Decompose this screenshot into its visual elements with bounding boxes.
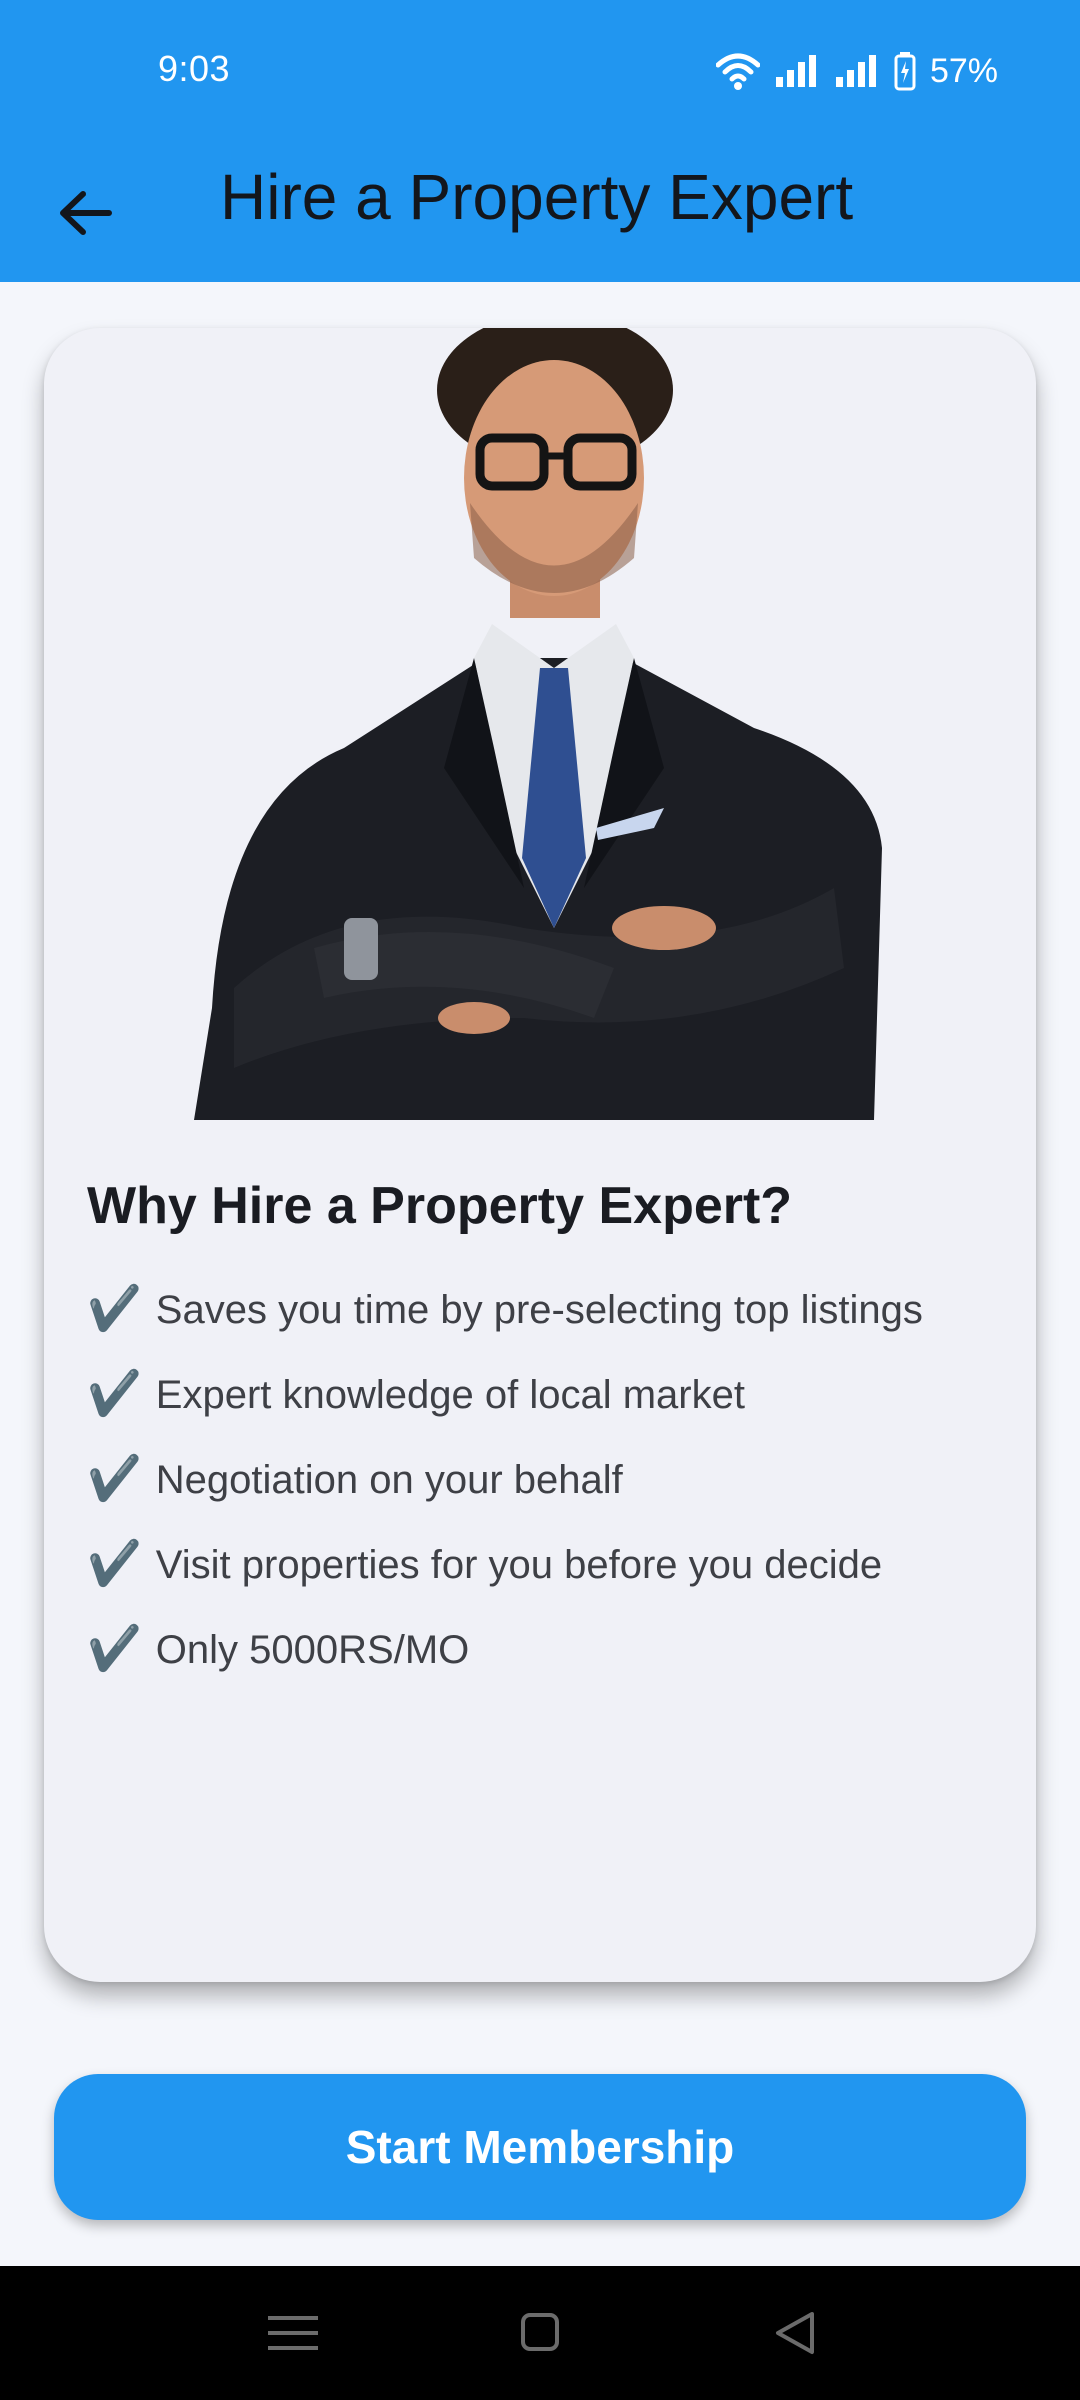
back-triangle-icon[interactable] (760, 2302, 830, 2364)
arrow-left-icon (60, 191, 112, 235)
back-button[interactable] (40, 168, 130, 258)
menu-icon[interactable] (258, 2302, 328, 2364)
status-bar: 9:03 57% (0, 0, 1080, 130)
status-icons: 57% (715, 48, 998, 94)
top-app-area: 9:03 57% Hire a Property Expert (0, 0, 1080, 282)
status-time: 9:03 (158, 48, 231, 89)
benefit-text: Only 5000RS/MO (155, 1628, 470, 1672)
signal-icon (775, 55, 816, 87)
list-item: ✔️ Only 5000RS/MO (87, 1618, 1017, 1681)
list-item: ✔️ Expert knowledge of local market (87, 1363, 1017, 1426)
list-item: ✔️ Visit properties for you before you de… (87, 1533, 1017, 1596)
signal-icon (835, 55, 876, 87)
benefits-heading: Why Hire a Property Expert? (87, 1177, 793, 1235)
checkmark-icon: ✔️ (87, 1454, 142, 1503)
benefit-text: Negotiation on your behalf (155, 1458, 623, 1502)
checkmark-icon: ✔️ (87, 1284, 142, 1333)
list-item: ✔️ Saves you time by pre-selecting top li… (87, 1278, 1017, 1341)
page-title: Hire a Property Expert (220, 161, 854, 233)
app-bar: Hire a Property Expert (0, 130, 1080, 282)
battery-percent: 57% (929, 51, 998, 90)
benefit-text: Visit properties for you before you deci… (155, 1543, 883, 1587)
list-item: ✔️ Negotiation on your behalf (87, 1448, 1017, 1511)
home-square-icon[interactable] (505, 2302, 575, 2364)
expert-info-card: Why Hire a Property Expert? ✔️ Saves you … (44, 328, 1036, 1982)
benefit-text: Saves you time by pre-selecting top list… (155, 1288, 923, 1332)
checkmark-icon: ✔️ (87, 1539, 142, 1588)
benefit-text: Expert knowledge of local market (155, 1373, 745, 1417)
wifi-icon (715, 53, 760, 90)
property-expert-image (194, 328, 882, 1120)
checkmark-icon: ✔️ (87, 1369, 142, 1418)
checkmark-icon: ✔️ (87, 1624, 142, 1673)
start-membership-button[interactable]: Start Membership (54, 2074, 1026, 2220)
benefits-list: ✔️ Saves you time by pre-selecting top li… (87, 1278, 1017, 1703)
system-nav-bar (0, 2266, 1080, 2400)
battery-charging-icon (894, 52, 916, 91)
